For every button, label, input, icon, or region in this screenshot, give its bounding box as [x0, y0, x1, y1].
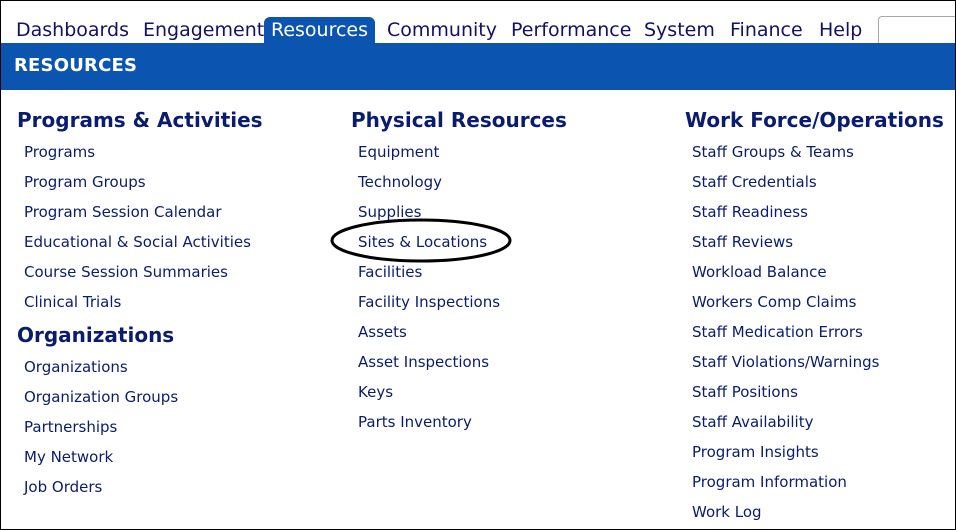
organizations-list: Organizations Organization Groups Partne… — [17, 352, 263, 502]
link-facility-inspections[interactable]: Facility Inspections — [351, 287, 567, 317]
link-staff-positions[interactable]: Staff Positions — [685, 377, 944, 407]
link-program-groups[interactable]: Program Groups — [17, 167, 263, 197]
link-clinical-trials[interactable]: Clinical Trials — [17, 287, 263, 317]
column-work-force-operations: Work Force/Operations Staff Groups & Tea… — [685, 105, 944, 527]
heading-physical-resources: Physical Resources — [351, 108, 567, 132]
column-physical-resources: Physical Resources Equipment Technology … — [351, 105, 567, 437]
tab-dashboards[interactable]: Dashboards — [16, 17, 129, 43]
link-staff-medication-errors[interactable]: Staff Medication Errors — [685, 317, 944, 347]
resources-menu-window: Dashboards Engagement Resources Communit… — [0, 0, 956, 530]
link-program-insights[interactable]: Program Insights — [685, 437, 944, 467]
link-program-session-calendar[interactable]: Program Session Calendar — [17, 197, 263, 227]
search-input[interactable] — [878, 16, 955, 43]
heading-organizations: Organizations — [17, 323, 175, 347]
link-staff-credentials[interactable]: Staff Credentials — [685, 167, 944, 197]
link-organization-groups[interactable]: Organization Groups — [17, 382, 263, 412]
link-staff-violations-warnings[interactable]: Staff Violations/Warnings — [685, 347, 944, 377]
programs-activities-list: Programs Program Groups Program Session … — [17, 137, 263, 317]
link-organizations[interactable]: Organizations — [17, 352, 263, 382]
link-my-network[interactable]: My Network — [17, 442, 263, 472]
link-staff-availability[interactable]: Staff Availability — [685, 407, 944, 437]
link-sites-locations[interactable]: Sites & Locations — [351, 227, 567, 257]
heading-programs-activities: Programs & Activities — [17, 108, 263, 132]
link-parts-inventory[interactable]: Parts Inventory — [351, 407, 567, 437]
link-programs[interactable]: Programs — [17, 137, 263, 167]
link-program-information[interactable]: Program Information — [685, 467, 944, 497]
link-assets[interactable]: Assets — [351, 317, 567, 347]
link-facilities[interactable]: Facilities — [351, 257, 567, 287]
link-asset-inspections[interactable]: Asset Inspections — [351, 347, 567, 377]
tab-help[interactable]: Help — [819, 17, 862, 43]
link-course-session-summaries[interactable]: Course Session Summaries — [17, 257, 263, 287]
tab-engagement[interactable]: Engagement — [143, 17, 264, 43]
link-staff-reviews[interactable]: Staff Reviews — [685, 227, 944, 257]
link-workers-comp-claims[interactable]: Workers Comp Claims — [685, 287, 944, 317]
tab-community[interactable]: Community — [387, 17, 497, 43]
tab-system[interactable]: System — [644, 17, 715, 43]
link-equipment[interactable]: Equipment — [351, 137, 567, 167]
work-force-operations-list: Staff Groups & Teams Staff Credentials S… — [685, 137, 944, 527]
heading-work-force-operations: Work Force/Operations — [685, 108, 944, 132]
tab-performance[interactable]: Performance — [511, 17, 631, 43]
resources-banner: RESOURCES — [1, 43, 955, 90]
link-partnerships[interactable]: Partnerships — [17, 412, 263, 442]
link-staff-readiness[interactable]: Staff Readiness — [685, 197, 944, 227]
link-job-orders[interactable]: Job Orders — [17, 472, 263, 502]
physical-resources-list: Equipment Technology Supplies Sites & Lo… — [351, 137, 567, 437]
top-navigation-bar: Dashboards Engagement Resources Communit… — [1, 1, 955, 43]
tab-resources[interactable]: Resources — [264, 17, 375, 43]
link-workload-balance[interactable]: Workload Balance — [685, 257, 944, 287]
tab-finance[interactable]: Finance — [730, 17, 803, 43]
banner-title: RESOURCES — [14, 55, 138, 76]
column-programs-organizations: Programs & Activities Programs Program G… — [17, 105, 263, 502]
link-staff-groups-teams[interactable]: Staff Groups & Teams — [685, 137, 944, 167]
link-technology[interactable]: Technology — [351, 167, 567, 197]
link-work-log[interactable]: Work Log — [685, 497, 944, 527]
link-keys[interactable]: Keys — [351, 377, 567, 407]
link-educational-social-activities[interactable]: Educational & Social Activities — [17, 227, 263, 257]
link-supplies[interactable]: Supplies — [351, 197, 567, 227]
